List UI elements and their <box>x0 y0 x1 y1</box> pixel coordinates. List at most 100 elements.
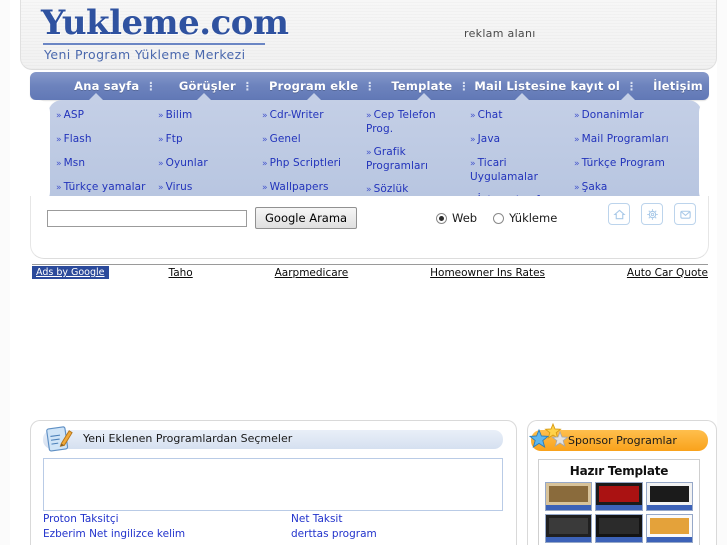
nav-item-mail-listesine-kayit-ol[interactable]: Mail Listesine kayıt ol <box>468 79 626 93</box>
category-label: Virus <box>165 181 193 193</box>
sponsor-ad-banner[interactable]: Hazır Template <box>538 459 700 545</box>
nav-separator-icon: ⋮ <box>626 79 639 93</box>
bullet-icon: » <box>366 148 372 158</box>
site-container: Yukleme.com Yeni Program Yükleme Merkezi… <box>10 0 717 545</box>
flyout-right-edge <box>699 100 717 204</box>
category-label: Php Scriptleri <box>269 157 342 169</box>
template-thumbnail[interactable] <box>545 482 593 511</box>
category-link-cdr-writer[interactable]: » Cdr-Writer <box>262 109 362 123</box>
category-link-genel[interactable]: » Genel <box>262 133 362 147</box>
category-link-sozluk[interactable]: » Sözlük <box>366 183 466 197</box>
bullet-icon: » <box>262 183 268 193</box>
category-link-php-scriptleri[interactable]: » Php Scriptleri <box>262 157 362 171</box>
category-label: Ftp <box>165 133 183 145</box>
google-ads-strip: Ads by Google Taho Aarpmedicare Homeowne… <box>32 264 708 280</box>
google-search-button[interactable]: Google Arama <box>255 207 358 229</box>
flyout-left-edge <box>20 100 50 204</box>
bullet-icon: » <box>262 111 268 121</box>
category-label: Genel <box>269 133 301 145</box>
category-label: Flash <box>63 133 92 145</box>
category-link-turkce-yamalar[interactable]: » Türkçe yamalar <box>56 181 154 195</box>
flyout-arrow-icon <box>620 93 636 101</box>
main-navigation: Ana sayfa ⋮ Görüşler ⋮ Program ekle ⋮ Te… <box>30 72 709 100</box>
bullet-icon: » <box>470 111 476 121</box>
site-logo[interactable]: Yukleme.com Yeni Program Yükleme Merkezi <box>41 4 289 62</box>
bullet-icon: » <box>470 159 476 169</box>
radio-icon-selected[interactable] <box>436 212 447 224</box>
category-link-msn[interactable]: » Msn <box>56 157 154 171</box>
quick-icon-row <box>608 203 696 225</box>
program-link-ezberim-net[interactable]: Ezberim Net ingilizce kelim <box>43 527 291 542</box>
category-link-virus[interactable]: » Virus <box>158 181 258 195</box>
template-thumbnail[interactable] <box>645 514 693 543</box>
flyout-arrow-icon <box>306 93 322 101</box>
ad-link-aarpmedicare[interactable]: Aarpmedicare <box>275 267 349 279</box>
category-label: Oyunlar <box>165 157 208 169</box>
program-link-derttas-program[interactable]: derttas program <box>291 527 503 542</box>
program-link-net-taksit[interactable]: Net Taksit <box>291 512 503 527</box>
nav-item-ana-sayfa[interactable]: Ana sayfa <box>68 79 145 93</box>
nav-separator-icon: ⋮ <box>145 79 158 93</box>
template-thumbnail[interactable] <box>645 482 693 511</box>
ads-by-google-badge[interactable]: Ads by Google <box>32 266 109 279</box>
category-link-ftp[interactable]: » Ftp <box>158 133 258 147</box>
nav-item-gorusler[interactable]: Görüşler <box>173 79 242 93</box>
category-label: Chat <box>477 109 503 121</box>
stars-icon <box>529 423 569 449</box>
radio-icon[interactable] <box>493 212 505 224</box>
category-link-bilim[interactable]: » Bilim <box>158 109 258 123</box>
category-label: Cdr-Writer <box>269 109 324 121</box>
category-label: ASP <box>63 109 85 121</box>
category-label: Türkçe Program <box>581 157 665 169</box>
category-link-flash[interactable]: » Flash <box>56 133 154 147</box>
category-link-grafik-programlari[interactable]: » Grafik Programları <box>366 146 466 173</box>
home-icon-button[interactable] <box>608 203 630 225</box>
nav-item-program-ekle[interactable]: Program ekle <box>263 79 364 93</box>
search-scope-web[interactable]: Web <box>436 211 477 225</box>
category-flyout-panel: » ASP » Flash » Msn » Türkçe yamalar » Bilim … <box>48 93 702 219</box>
bullet-icon: » <box>470 135 476 145</box>
category-link-saka[interactable]: » Şaka <box>574 181 692 195</box>
gear-icon-button[interactable] <box>641 203 663 225</box>
category-label: Şaka <box>581 181 608 193</box>
search-input[interactable] <box>47 210 247 227</box>
bullet-icon: » <box>574 111 580 121</box>
category-link-chat[interactable]: » Chat <box>470 109 570 123</box>
search-scope-yukleme[interactable]: Yükleme <box>493 211 557 225</box>
search-scope-group: Web Yükleme <box>436 211 557 225</box>
search-scope-label: Web <box>452 211 478 225</box>
category-label: Wallpapers <box>269 181 329 193</box>
nav-item-iletisim[interactable]: İletişim <box>647 79 709 93</box>
notepad-pencil-icon <box>46 426 73 452</box>
category-link-ticari-uygulamalar[interactable]: » Ticari Uygulamalar <box>470 157 570 184</box>
ad-link-auto-car-quote[interactable]: Auto Car Quote <box>627 267 708 279</box>
bullet-icon: » <box>56 111 62 121</box>
category-link-asp[interactable]: » ASP <box>56 109 154 123</box>
flyout-arrow-icon <box>196 93 212 101</box>
ad-link-homeowner-ins-rates[interactable]: Homeowner Ins Rates <box>430 267 545 279</box>
template-thumbnail[interactable] <box>595 482 643 511</box>
ad-area-label: reklam alanı <box>464 27 536 40</box>
mail-icon-button[interactable] <box>674 203 696 225</box>
nav-separator-icon: ⋮ <box>458 79 471 93</box>
new-programs-panel: Yeni Eklenen Programlardan Seçmeler Prot… <box>30 420 517 545</box>
category-link-turkce-program[interactable]: » Türkçe Program <box>574 157 692 171</box>
category-link-java[interactable]: » Java <box>470 133 570 147</box>
category-link-mail-programlari[interactable]: » Mail Programları <box>574 133 692 147</box>
bullet-icon: » <box>56 159 62 169</box>
program-link-proton-taksitci[interactable]: Proton Taksitçi <box>43 512 291 527</box>
template-thumbnail-grid <box>539 482 699 545</box>
bullet-icon: » <box>56 183 62 193</box>
nav-separator-icon: ⋮ <box>241 79 254 93</box>
nav-item-template[interactable]: Template <box>385 79 458 93</box>
category-link-wallpapers[interactable]: » Wallpapers <box>262 181 362 195</box>
bullet-icon: » <box>262 159 268 169</box>
bullet-icon: » <box>574 135 580 145</box>
bullet-icon: » <box>158 159 164 169</box>
template-thumbnail[interactable] <box>545 514 593 543</box>
ad-link-taho[interactable]: Taho <box>169 267 193 279</box>
template-thumbnail[interactable] <box>595 514 643 543</box>
category-link-cep-telefon-prog[interactable]: » Cep Telefon Prog. <box>366 109 466 136</box>
category-link-donanimlar[interactable]: » Donanimlar <box>574 109 692 123</box>
category-link-oyunlar[interactable]: » Oyunlar <box>158 157 258 171</box>
